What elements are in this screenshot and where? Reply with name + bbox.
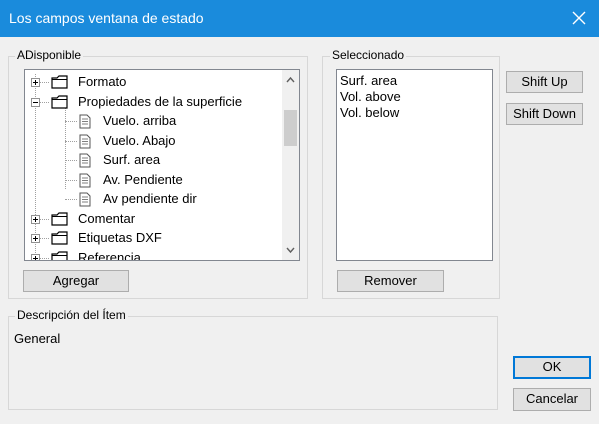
scroll-thumb[interactable] xyxy=(284,110,297,146)
tree-scrollbar[interactable] xyxy=(282,70,299,260)
description-label: Descripción del Ítem xyxy=(15,308,128,322)
collapse-icon[interactable] xyxy=(31,97,40,107)
list-item[interactable]: Vol. above xyxy=(340,89,401,105)
tree-item-label: Vuelo. arriba xyxy=(103,113,177,128)
tree-item[interactable]: Propiedades de la superficie xyxy=(25,92,280,112)
folder-icon xyxy=(51,250,68,260)
folder-icon xyxy=(51,75,68,89)
scroll-down-icon[interactable] xyxy=(282,242,299,258)
remove-button[interactable]: Remover xyxy=(337,270,444,292)
tree-item-label: Referencia xyxy=(78,249,141,261)
close-button[interactable] xyxy=(559,0,599,37)
available-tree[interactable]: Formato Propiedades de la superficie Vuelo… xyxy=(24,69,300,261)
document-icon xyxy=(79,134,91,148)
selected-list[interactable]: Surf. area Vol. above Vol. below xyxy=(336,69,493,261)
title-bar: Los campos ventana de estado xyxy=(0,0,599,37)
cancel-button[interactable]: Cancelar xyxy=(513,388,591,411)
document-icon xyxy=(79,192,91,207)
expand-icon[interactable] xyxy=(31,214,40,224)
tree-item[interactable]: Surf. area xyxy=(25,150,280,170)
tree-item-label: Surf. area xyxy=(103,152,161,167)
tree-item-label: Av pendiente dir xyxy=(103,191,197,206)
folder-icon xyxy=(51,94,68,109)
tree-item-label: Comentar xyxy=(78,210,136,226)
tree-item[interactable]: Etiquetas DXF xyxy=(25,228,280,248)
expand-icon[interactable] xyxy=(31,234,40,243)
list-item[interactable]: Vol. below xyxy=(340,105,399,121)
window-title: Los campos ventana de estado xyxy=(9,10,204,26)
tree-item[interactable]: Av pendiente dir xyxy=(25,189,280,209)
tree-item-label: Propiedades de la superficie xyxy=(78,93,243,109)
tree-item[interactable]: Av. Pendiente xyxy=(25,170,280,190)
shift-down-button[interactable]: Shift Down xyxy=(506,103,583,125)
tree-item[interactable]: Vuelo. Abajo xyxy=(25,131,280,151)
shift-up-button[interactable]: Shift Up xyxy=(506,71,583,93)
document-icon xyxy=(79,114,91,129)
tree-item-label: Av. Pendiente xyxy=(103,171,183,187)
tree-item[interactable]: Vuelo. arriba xyxy=(25,111,280,131)
folder-icon xyxy=(51,231,68,245)
tree-item-label: Formato xyxy=(78,74,127,89)
tree-item-label: Vuelo. Abajo xyxy=(103,132,176,148)
document-icon xyxy=(79,153,91,168)
ok-button[interactable]: OK xyxy=(513,356,591,379)
tree-item[interactable]: Formato xyxy=(25,72,280,92)
scroll-up-icon[interactable] xyxy=(282,72,299,88)
expand-icon[interactable] xyxy=(31,78,40,87)
description-group xyxy=(8,316,498,410)
expand-icon[interactable] xyxy=(31,253,40,262)
selected-label: Seleccionado xyxy=(330,48,407,62)
tree-item[interactable]: Comentar xyxy=(25,209,280,229)
list-item[interactable]: Surf. area xyxy=(340,73,397,89)
document-icon xyxy=(79,173,91,187)
description-text: General xyxy=(14,331,61,346)
close-icon xyxy=(572,11,586,25)
folder-icon xyxy=(51,211,68,226)
add-button[interactable]: Agregar xyxy=(23,270,129,292)
available-label: ADisponible xyxy=(15,48,84,62)
tree-item[interactable]: Referencia xyxy=(25,248,280,262)
tree-item-label: Etiquetas DXF xyxy=(78,230,162,245)
